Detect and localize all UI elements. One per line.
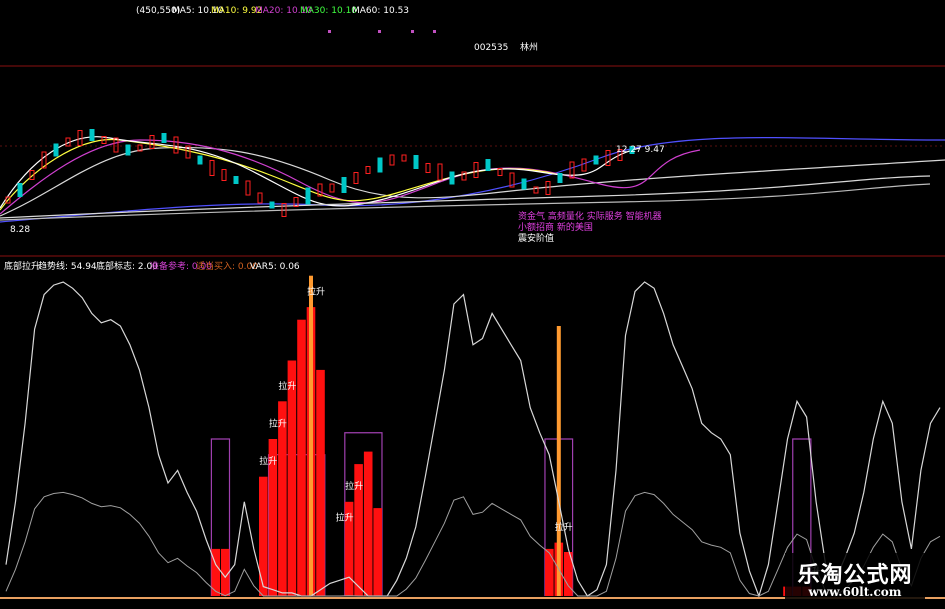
buy-pulse — [309, 275, 313, 596]
stock-chart: (450,550) MA5: 10.10 MA10: 9.92 MA20: 10… — [0, 6, 945, 599]
candlestick — [197, 155, 203, 165]
bottom-flag-readout: 底部标志: 2.00 — [96, 260, 158, 272]
pull-up-bar — [278, 401, 287, 596]
pull-up-signals: 拉升拉升拉升拉升拉升拉升拉升拉升 — [259, 286, 820, 577]
news-label-1: 资金气 高频量化 实际服务 智能机器 — [518, 210, 662, 222]
candlestick — [245, 180, 251, 196]
pull-up-bar — [287, 360, 297, 596]
ma60-readout: MA60: 10.53 — [352, 6, 409, 16]
pull-up-signal-label: 拉升 — [307, 286, 325, 298]
long-trend-line-2 — [0, 183, 931, 221]
candlestick — [53, 143, 59, 157]
news-label-2: 小额招商 新的美国 — [518, 221, 593, 233]
candlestick — [365, 166, 371, 174]
ma30-readout: MA30: 10.10 — [300, 6, 357, 16]
candlestick — [377, 157, 383, 173]
candlestick — [257, 192, 263, 204]
price-high-label: 12.27 9.47 — [616, 145, 665, 155]
watermark: 乐淘公式网 www.60lt.com — [785, 553, 925, 605]
candlestick — [269, 201, 275, 209]
var5-readout: VAR5: 0.06 — [250, 262, 300, 272]
trend-readout: 趋势线: 54.94 — [38, 260, 97, 272]
candlestick — [581, 158, 587, 172]
candlestick — [293, 197, 299, 207]
candlestick — [401, 154, 407, 162]
candlestick — [161, 133, 167, 143]
candlestick — [353, 172, 359, 184]
candlestick — [485, 159, 491, 171]
candlestick — [593, 155, 599, 165]
candlestick — [473, 162, 479, 178]
pull-up-signal-label: 拉升 — [336, 512, 354, 524]
stock-code: 002535 — [474, 43, 508, 53]
watermark-url: www.60lt.com — [808, 585, 902, 599]
candlestick — [305, 187, 311, 205]
pull-up-bars — [211, 307, 811, 596]
pull-up-signal-label: 拉升 — [278, 380, 296, 392]
pull-up-signal-label: 拉升 — [345, 480, 363, 492]
candlestick — [125, 144, 131, 156]
news-label-3: 震安阶值 — [518, 232, 554, 244]
candlestick — [437, 163, 443, 181]
pull-up-signal-label: 拉升 — [269, 417, 287, 429]
candlestick — [545, 181, 551, 195]
stock-name: 林州 — [520, 41, 538, 53]
pull-up-bar — [316, 369, 325, 596]
header-markers — [328, 30, 436, 33]
candlestick — [557, 173, 563, 183]
candlestick — [89, 129, 95, 141]
indicator-name: 底部拉升 — [4, 260, 40, 272]
long-trend-line — [0, 175, 931, 219]
candlestick — [149, 135, 155, 149]
candlestick — [341, 177, 347, 193]
candlestick — [209, 160, 215, 176]
candlestick — [449, 171, 455, 185]
buy-readout: 适当买入: 0.00 — [196, 260, 258, 272]
pull-up-bar — [363, 451, 373, 596]
pull-up-bar — [259, 476, 268, 596]
pull-up-bar — [297, 319, 306, 596]
pull-up-bar — [545, 548, 554, 596]
buy-pulse — [556, 326, 561, 596]
candlestick — [425, 163, 431, 173]
candlestick — [389, 154, 395, 166]
price-low-label: 8.28 — [10, 225, 30, 235]
candlestick — [521, 178, 527, 190]
pull-up-signal-label: 拉升 — [259, 455, 277, 467]
candlestick — [221, 169, 227, 181]
candlestick — [329, 183, 335, 193]
pull-up-bar — [373, 508, 382, 596]
candlestick — [173, 136, 179, 154]
candlestick — [413, 155, 419, 169]
candlestick — [233, 176, 239, 184]
candlestick — [17, 183, 23, 197]
